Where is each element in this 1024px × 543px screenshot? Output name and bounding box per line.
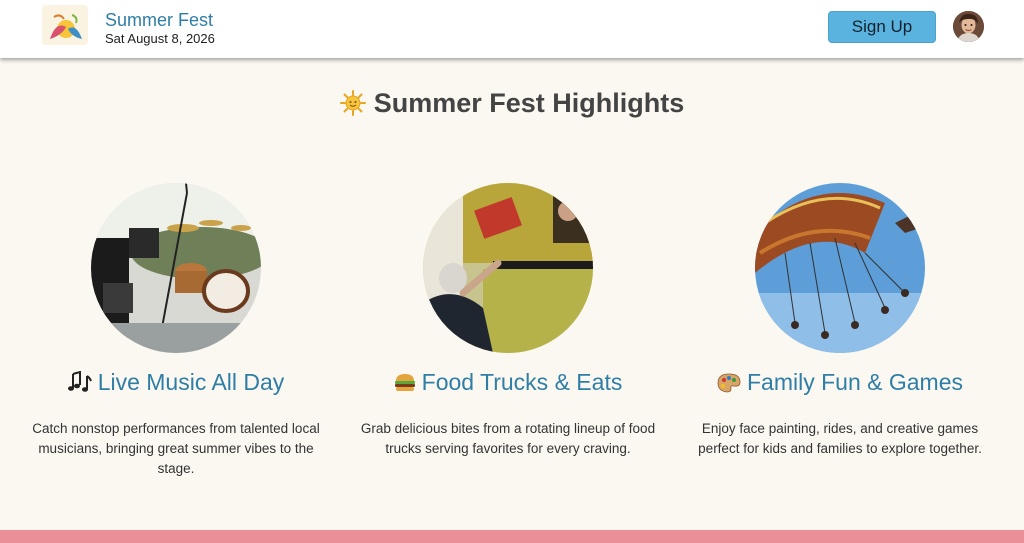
event-date: Sat August 8, 2026 <box>105 31 215 46</box>
user-avatar[interactable] <box>953 11 984 42</box>
sun-icon <box>339 90 366 123</box>
event-name[interactable]: Summer Fest <box>105 10 213 31</box>
music-notes-icon <box>67 370 92 399</box>
highlights-title: Summer Fest Highlights <box>0 88 1024 123</box>
card-title-text: Live Music All Day <box>97 369 285 395</box>
family-fun-image <box>755 183 925 353</box>
site-header: Summer Fest Sat August 8, 2026 Sign Up <box>0 0 1024 58</box>
card-live-music-description: Catch nonstop performances from talented… <box>32 421 320 476</box>
card-title-text: Food Trucks & Eats <box>421 369 623 395</box>
sign-up-button[interactable]: Sign Up <box>828 11 936 43</box>
card-live-music: Live Music All Day Catch nonstop perform… <box>26 183 326 479</box>
card-family-fun-description: Enjoy face painting, rides, and creative… <box>698 421 982 456</box>
card-title-text: Family Fun & Games <box>747 369 963 395</box>
festival-logo[interactable] <box>42 5 88 45</box>
footer-band <box>0 530 1024 543</box>
card-food-trucks-description: Grab delicious bites from a rotating lin… <box>360 421 656 456</box>
food-trucks-image <box>423 183 593 353</box>
card-live-music-title: Live Music All Day <box>26 369 326 399</box>
burger-icon <box>394 372 416 399</box>
card-food-trucks: Food Trucks & Eats Grab delicious bites … <box>358 183 658 459</box>
palette-icon <box>717 372 741 399</box>
card-food-trucks-title: Food Trucks & Eats <box>358 369 658 399</box>
card-family-fun: Family Fun & Games Enjoy face painting, … <box>690 183 990 459</box>
card-family-fun-title: Family Fun & Games <box>690 369 990 399</box>
live-music-image <box>91 183 261 353</box>
highlights-title-text: Summer Fest Highlights <box>373 88 685 118</box>
